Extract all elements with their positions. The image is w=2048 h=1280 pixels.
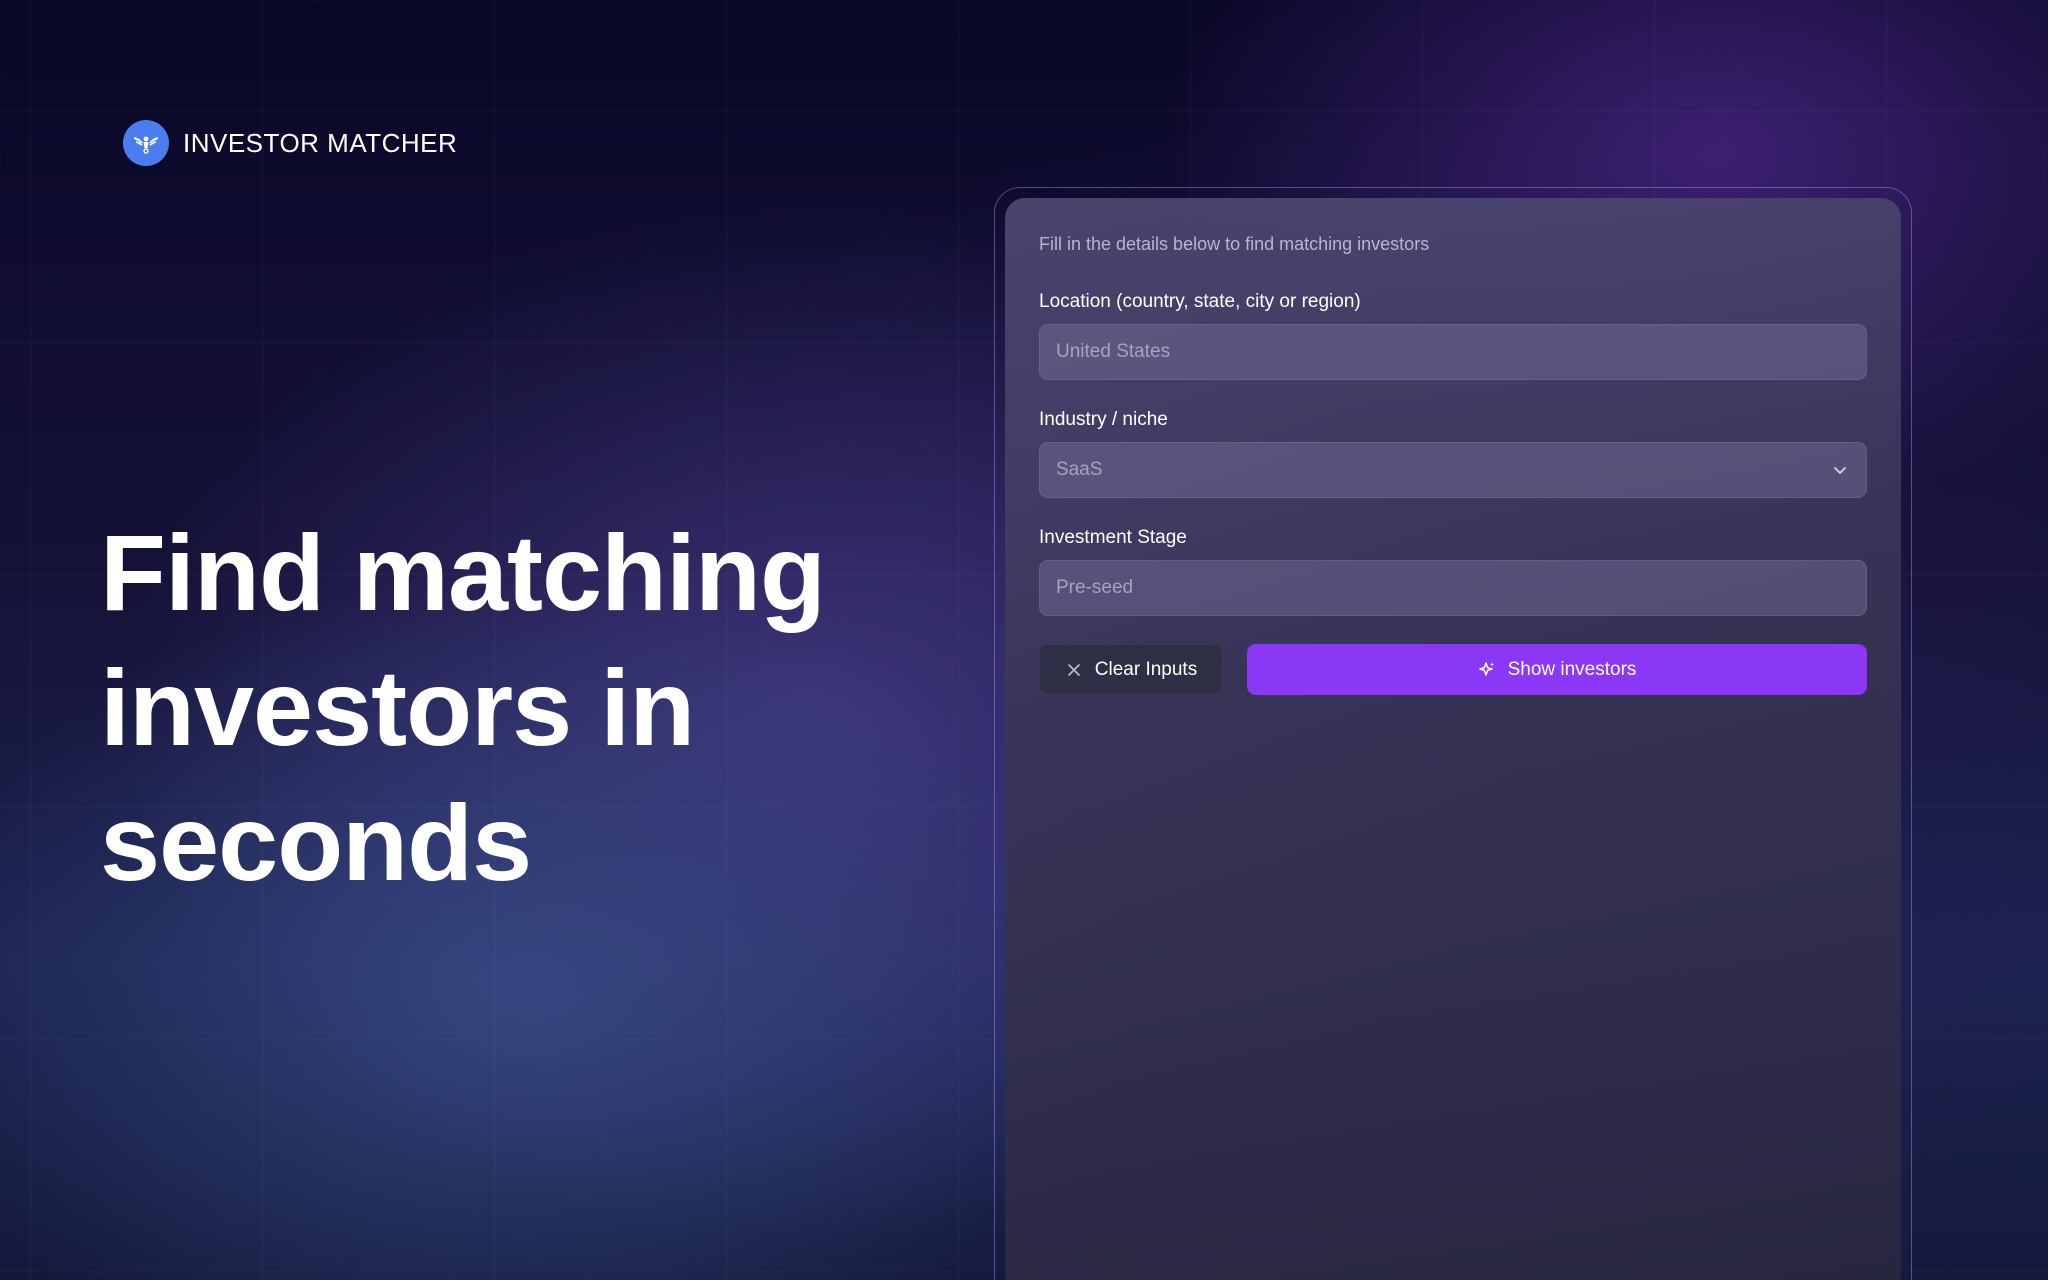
show-investors-label: Show investors	[1507, 658, 1637, 680]
brand[interactable]: INVESTOR MATCHER	[123, 120, 457, 166]
search-form-panel: Fill in the details below to find matchi…	[1005, 198, 1901, 1280]
industry-field-group: Industry / niche SaaS	[1039, 408, 1867, 498]
form-subtitle: Fill in the details below to find matchi…	[1039, 234, 1430, 254]
industry-label: Industry / niche	[1039, 409, 1168, 430]
clear-inputs-button[interactable]: Clear Inputs	[1039, 644, 1223, 695]
stage-label: Investment Stage	[1039, 527, 1187, 548]
stage-input[interactable]	[1039, 560, 1867, 616]
location-input[interactable]	[1039, 324, 1867, 380]
show-investors-button[interactable]: Show investors	[1247, 644, 1867, 695]
hero-title: Find matching investors in seconds	[100, 512, 826, 903]
stage-field-group: Investment Stage	[1039, 526, 1867, 616]
clear-inputs-label: Clear Inputs	[1094, 658, 1198, 680]
industry-select[interactable]: SaaS	[1039, 442, 1867, 498]
location-field-group: Location (country, state, city or region…	[1039, 290, 1867, 380]
eagle-icon	[123, 120, 169, 166]
location-label: Location (country, state, city or region…	[1039, 291, 1361, 312]
sparkle-icon	[1478, 661, 1494, 676]
brand-name: INVESTOR MATCHER	[183, 127, 458, 158]
close-icon	[1067, 663, 1080, 676]
industry-select-value: SaaS	[1039, 442, 1867, 498]
chevron-down-icon	[1834, 467, 1846, 474]
form-actions: Clear Inputs Show investors	[1039, 644, 1867, 695]
